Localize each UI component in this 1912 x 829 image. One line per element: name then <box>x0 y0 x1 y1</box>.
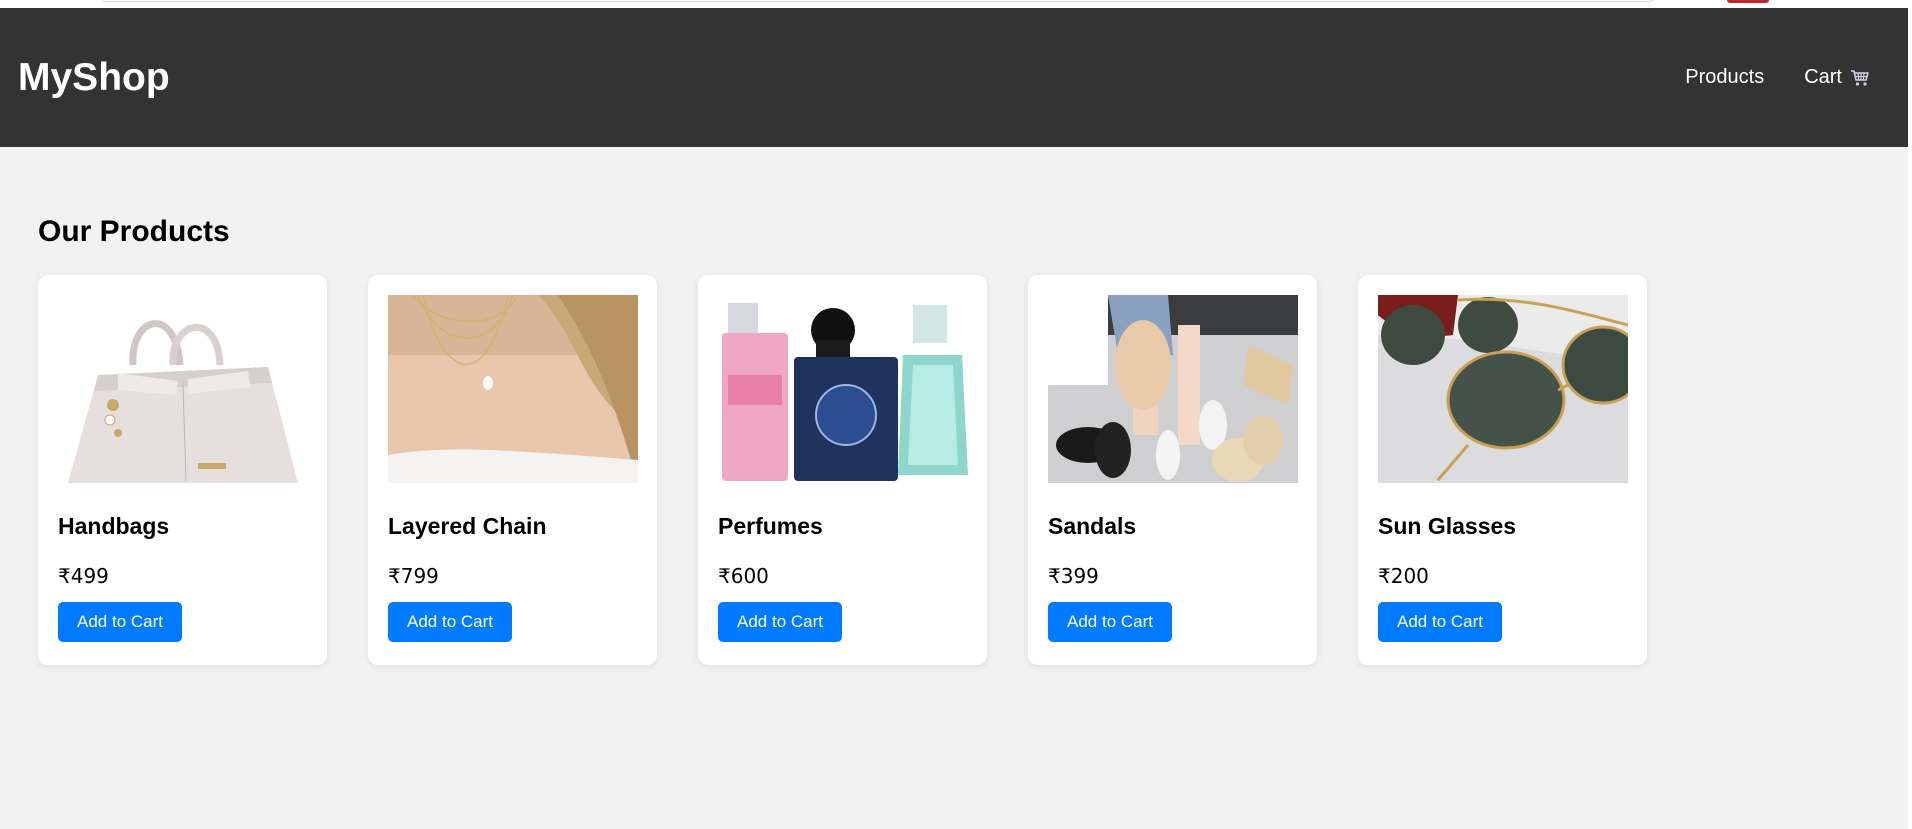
browser-top-strip <box>0 0 1912 8</box>
site-header: MyShop Products Cart <box>0 8 1908 147</box>
product-image-perfumes[interactable] <box>718 295 968 483</box>
product-card: Handbags ₹499 Add to Cart <box>38 275 327 665</box>
product-image-sunglasses[interactable] <box>1378 295 1628 483</box>
window-right-edge <box>1908 8 1912 829</box>
product-card: Perfumes ₹600 Add to Cart <box>698 275 987 665</box>
product-price: ₹200 <box>1378 564 1429 588</box>
browser-tab-indicator <box>1727 0 1769 3</box>
page-viewport: MyShop Products Cart Our Products Handba… <box>0 8 1908 829</box>
main-nav: Products Cart <box>1685 66 1870 89</box>
nav-link-products[interactable]: Products <box>1685 66 1764 89</box>
nav-link-label: Cart <box>1804 66 1842 88</box>
product-price: ₹799 <box>388 564 439 588</box>
nav-link-cart[interactable]: Cart <box>1804 66 1870 89</box>
product-price: ₹600 <box>718 564 769 588</box>
product-name[interactable]: Sun Glasses <box>1378 513 1627 540</box>
product-image-layered-chain[interactable] <box>388 295 638 483</box>
add-to-cart-button[interactable]: Add to Cart <box>388 602 512 642</box>
add-to-cart-button[interactable]: Add to Cart <box>58 602 182 642</box>
main-content: Our Products Handbags ₹499 Add to Cart L… <box>38 147 1908 665</box>
product-price: ₹499 <box>58 564 109 588</box>
product-card: Sun Glasses ₹200 Add to Cart <box>1358 275 1647 665</box>
site-logo[interactable]: MyShop <box>18 56 170 100</box>
add-to-cart-button[interactable]: Add to Cart <box>718 602 842 642</box>
product-name[interactable]: Layered Chain <box>388 513 637 540</box>
nav-link-label: Products <box>1685 66 1765 88</box>
shopping-cart-icon <box>1850 69 1870 87</box>
product-grid: Handbags ₹499 Add to Cart Layered Chain … <box>38 275 1908 665</box>
product-name[interactable]: Handbags <box>58 513 307 540</box>
product-name[interactable]: Sandals <box>1048 513 1297 540</box>
product-card: Layered Chain ₹799 Add to Cart <box>368 275 657 665</box>
address-bar-edge <box>100 0 1655 2</box>
product-price: ₹399 <box>1048 564 1099 588</box>
product-image-sandals[interactable] <box>1048 295 1298 483</box>
section-heading: Our Products <box>38 215 230 248</box>
product-card: Sandals ₹399 Add to Cart <box>1028 275 1317 665</box>
add-to-cart-button[interactable]: Add to Cart <box>1048 602 1172 642</box>
add-to-cart-button[interactable]: Add to Cart <box>1378 602 1502 642</box>
product-image-handbag[interactable] <box>58 295 308 483</box>
product-name[interactable]: Perfumes <box>718 513 967 540</box>
